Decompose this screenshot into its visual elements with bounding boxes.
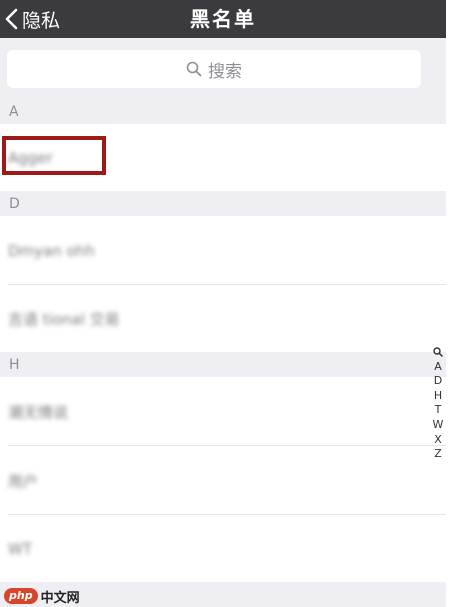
section-index-bar[interactable]: A D H T W X Z xyxy=(430,345,446,462)
section-header-d: D xyxy=(0,191,446,216)
index-letter-a[interactable]: A xyxy=(434,360,442,375)
list-item[interactable]: Dmyan ohh xyxy=(0,216,446,285)
list-item[interactable]: 吉语 tional 交易 xyxy=(0,285,446,352)
search-icon xyxy=(186,61,202,77)
list-item[interactable]: 用户 xyxy=(0,446,446,515)
list-item[interactable]: 潮无情说 xyxy=(0,377,446,446)
search-icon xyxy=(433,347,443,358)
contact-name: 吉语 tional 交易 xyxy=(8,310,120,328)
watermark: php 中文网 xyxy=(4,586,80,606)
index-search-icon[interactable] xyxy=(433,345,443,360)
watermark-logo: php xyxy=(4,588,38,604)
section-letter: D xyxy=(9,195,20,212)
navigation-bar: 隐私 黑名单 xyxy=(0,0,446,38)
contact-name: 用户 xyxy=(8,472,39,490)
search-area: 搜索 xyxy=(0,38,446,100)
contact-name: WT xyxy=(8,539,32,558)
page-title: 黑名单 xyxy=(190,7,256,31)
index-letter-d[interactable]: D xyxy=(434,374,442,389)
contact-name: Dmyan ohh xyxy=(8,241,95,260)
section-header-h: H xyxy=(0,352,446,377)
section-letter: A xyxy=(9,104,19,120)
section-letter: H xyxy=(9,356,20,373)
list-item[interactable]: WT xyxy=(0,515,446,582)
search-placeholder: 搜索 xyxy=(208,61,242,82)
contact-name: 潮无情说 xyxy=(8,403,69,421)
index-letter-t[interactable]: T xyxy=(435,403,442,418)
watermark-text: 中文网 xyxy=(40,590,80,606)
highlight-box xyxy=(2,136,106,175)
index-letter-w[interactable]: W xyxy=(433,418,444,433)
index-letter-x[interactable]: X xyxy=(434,433,442,448)
search-input[interactable]: 搜索 xyxy=(7,50,421,88)
section-header-a: A xyxy=(0,100,446,124)
index-letter-h[interactable]: H xyxy=(434,389,442,404)
index-letter-z[interactable]: Z xyxy=(434,447,442,462)
